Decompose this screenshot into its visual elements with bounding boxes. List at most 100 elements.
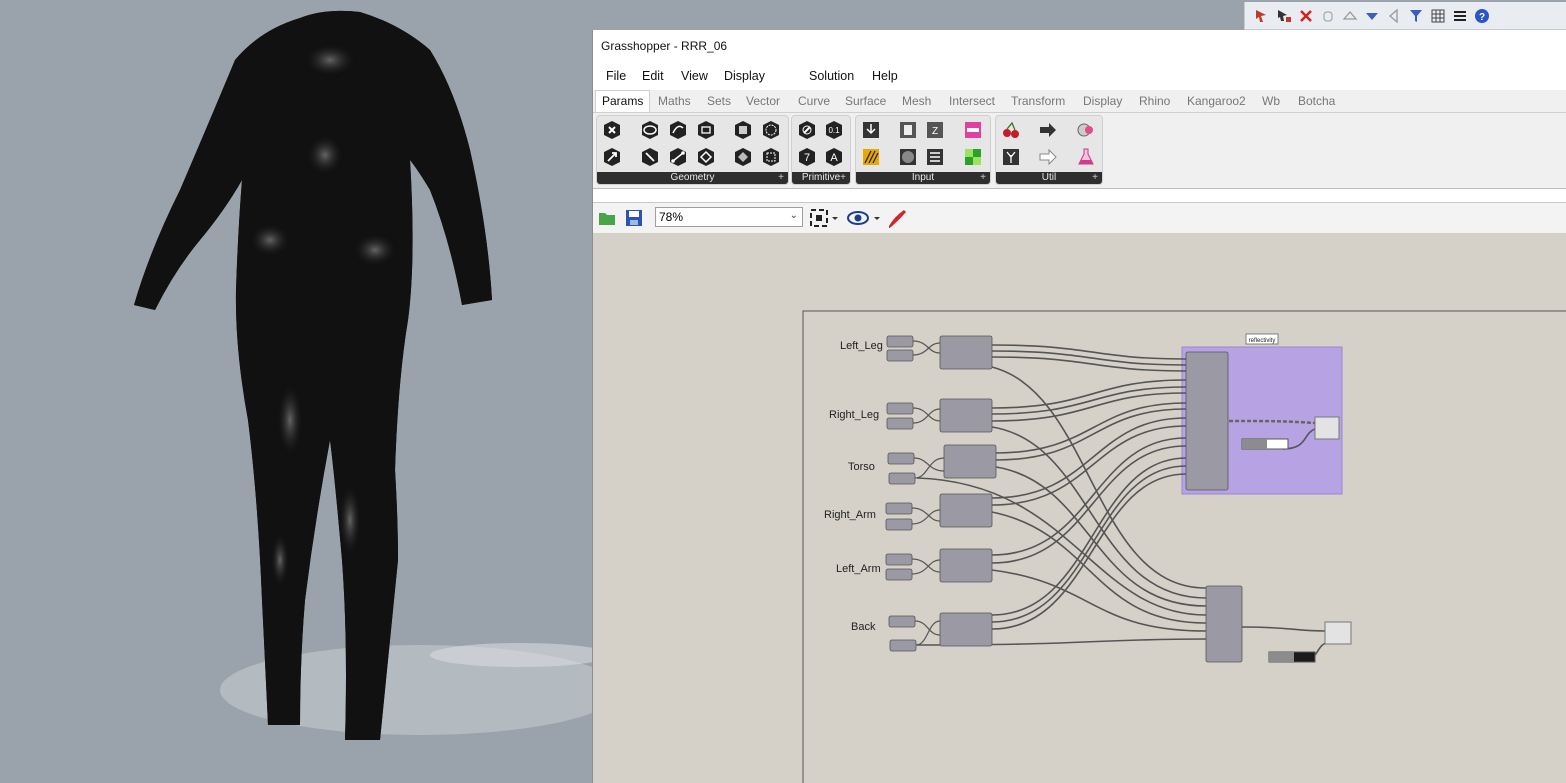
number-param-icon[interactable]: 0.1 — [822, 119, 846, 141]
panel-geometry: Geometry + — [596, 115, 789, 185]
tab-rhino[interactable]: Rhino — [1139, 94, 1170, 108]
surface-param-icon[interactable] — [694, 119, 718, 141]
zoom-dropdown[interactable]: 78% ⌄ — [655, 207, 803, 227]
output-panel-bottom[interactable] — [1324, 621, 1352, 645]
menu-view[interactable]: View — [681, 69, 708, 83]
svg-text:A: A — [830, 152, 838, 164]
number-slider-icon[interactable]: Z — [923, 119, 947, 141]
param-label-left-leg: Left_Leg — [840, 340, 883, 352]
components[interactable] — [939, 335, 1243, 663]
box-param-icon[interactable] — [731, 119, 755, 141]
component-tabs: Params Maths Sets Vector Curve Surface M… — [593, 90, 1566, 113]
param-label-right-arm: Right_Arm — [824, 509, 876, 521]
tab-wb[interactable]: Wb — [1262, 94, 1280, 108]
tree-icon[interactable] — [999, 146, 1023, 168]
circle-param-icon[interactable] — [638, 119, 662, 141]
tab-mesh[interactable]: Mesh — [902, 94, 931, 108]
panel-label-geometry[interactable]: Geometry + — [597, 172, 788, 184]
plane-param-icon[interactable] — [694, 146, 718, 168]
panel-label-input[interactable]: Input + — [856, 172, 990, 184]
menu-help[interactable]: Help — [872, 69, 898, 83]
svg-text:0.1: 0.1 — [828, 126, 840, 135]
svg-text:?: ? — [1479, 12, 1485, 23]
open-folder-icon[interactable] — [597, 208, 617, 233]
integer-param-icon[interactable]: 7 — [795, 146, 819, 168]
arrow-left-icon[interactable] — [1383, 5, 1405, 27]
menu-display[interactable]: Display — [724, 69, 765, 83]
rhino-selection-toolbar: ? — [1244, 2, 1566, 30]
param-label-back: Back — [851, 621, 876, 633]
boolean-param-icon[interactable] — [795, 119, 819, 141]
cherry-picker-icon[interactable] — [999, 119, 1023, 141]
tab-surface[interactable]: Surface — [845, 94, 886, 108]
mesh-param-icon[interactable] — [759, 119, 783, 141]
canvas-toolbar: 78% ⌄ — [593, 202, 1566, 234]
zoom-extents-icon[interactable] — [809, 208, 839, 233]
grasshopper-canvas[interactable]: reflectivity Left_Leg Right_Leg Torso Ri… — [593, 233, 1566, 783]
tab-vector[interactable]: Vector — [746, 94, 780, 108]
group-tag-label: reflectivity — [1249, 338, 1276, 344]
menu-bar: File Edit View Display Solution Help — [593, 64, 1566, 88]
tab-kangaroo2[interactable]: Kangaroo2 — [1187, 94, 1246, 108]
tab-display[interactable]: Display — [1083, 94, 1122, 108]
import-icon[interactable] — [859, 119, 883, 141]
panel-label-util[interactable]: Util + — [996, 172, 1102, 184]
text-param-icon[interactable]: A — [822, 146, 846, 168]
save-icon[interactable] — [624, 208, 644, 233]
flask-icon[interactable] — [1074, 146, 1098, 168]
window-title: Grasshopper - RRR_06 — [601, 39, 728, 53]
definition-graph: reflectivity — [802, 310, 1566, 783]
svg-text:Z: Z — [932, 126, 938, 137]
vector-param-icon[interactable] — [600, 146, 624, 168]
hollow-arrow-icon[interactable] — [1036, 146, 1060, 168]
colour-swatch-icon[interactable] — [961, 146, 985, 168]
value-list-icon[interactable] — [923, 146, 947, 168]
curve-param-icon[interactable] — [666, 119, 690, 141]
param-label-left-arm: Left_Arm — [836, 563, 881, 575]
geometry-x-icon[interactable] — [600, 119, 624, 141]
button-input-icon[interactable] — [896, 146, 920, 168]
point-param-icon[interactable] — [666, 146, 690, 168]
graph-mapper-icon[interactable] — [859, 146, 883, 168]
tab-intersect[interactable]: Intersect — [949, 94, 995, 108]
hand-icon[interactable] — [1317, 5, 1339, 27]
panel-primitive: 0.1 7 A Primitive + — [791, 115, 851, 185]
tab-botcha[interactable]: Botcha — [1298, 94, 1335, 108]
tab-transform[interactable]: Transform — [1011, 94, 1065, 108]
param-label-torso: Torso — [848, 461, 875, 473]
line-param-icon[interactable] — [638, 146, 662, 168]
component-ribbon: Geometry+ 0.1 7 A Primitive+ Z Input+ — [593, 113, 1566, 189]
menu-file[interactable]: File — [606, 69, 626, 83]
relay-arrow-icon[interactable] — [1036, 119, 1060, 141]
panel-label-primitive[interactable]: Primitive + — [792, 172, 850, 184]
delete-x-icon[interactable] — [1295, 5, 1317, 27]
menu-solution[interactable]: Solution — [809, 69, 854, 83]
param-label-right-leg: Right_Leg — [829, 409, 880, 421]
tab-sets[interactable]: Sets — [707, 94, 731, 108]
boolean-toggle-icon[interactable] — [896, 119, 920, 141]
menu-icon[interactable] — [1449, 5, 1471, 27]
panel-input: Z Input + — [855, 115, 991, 185]
tab-params[interactable]: Params — [595, 90, 651, 112]
select-cursor-icon[interactable] — [1251, 5, 1273, 27]
fitness-icon[interactable] — [1074, 119, 1098, 141]
brep-param-icon[interactable] — [731, 146, 755, 168]
sketch-brush-icon[interactable] — [886, 207, 908, 234]
input-params[interactable] — [885, 335, 917, 652]
tab-curve[interactable]: Curve — [798, 94, 830, 108]
grid-icon[interactable] — [1427, 5, 1449, 27]
help-icon[interactable]: ? — [1471, 5, 1493, 27]
panel-util: Util + — [995, 115, 1103, 185]
zoom-value: 78% — [659, 210, 684, 224]
preview-eye-icon[interactable] — [847, 208, 881, 233]
chevron-down-icon: ⌄ — [789, 210, 798, 221]
select-filter-icon[interactable] — [1273, 5, 1295, 27]
gradient-icon[interactable] — [961, 119, 985, 141]
output-panel-top[interactable] — [1314, 416, 1340, 440]
tab-maths[interactable]: Maths — [658, 94, 691, 108]
filter-icon[interactable] — [1405, 5, 1427, 27]
arrow-up-icon[interactable] — [1339, 5, 1361, 27]
field-param-icon[interactable] — [759, 146, 783, 168]
menu-edit[interactable]: Edit — [642, 69, 664, 83]
arrow-down-icon[interactable] — [1361, 5, 1383, 27]
